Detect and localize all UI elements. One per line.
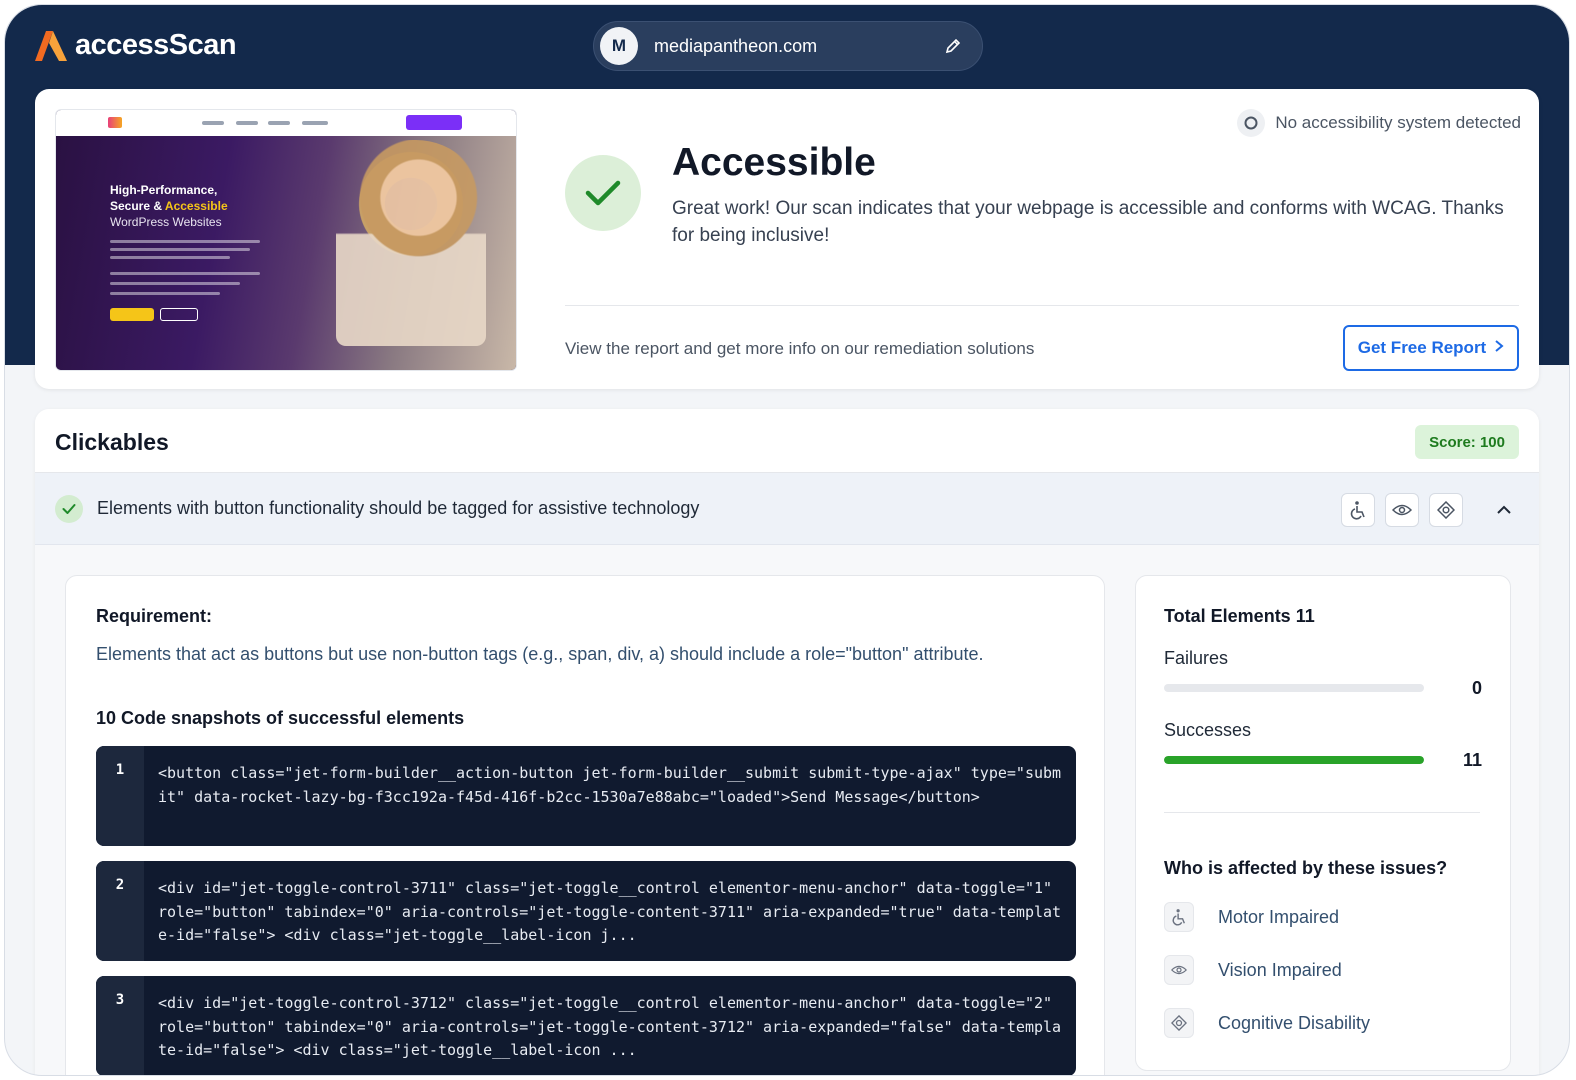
rule-pass-checkmark-icon xyxy=(55,495,83,523)
thumbnail-headline-line-2: Secure & Accessible xyxy=(110,198,270,214)
requirement-card: Requirement: Elements that act as button… xyxy=(65,575,1105,1075)
no-system-text: No accessibility system detected xyxy=(1275,113,1521,132)
thumbnail-headline-line-1: High-Performance, xyxy=(110,183,218,197)
thumbnail-nav-link xyxy=(268,121,290,125)
stats-card: Total Elements 11 Failures 0 Successes 1… xyxy=(1135,575,1511,1071)
status-description: Great work! Our scan indicates that your… xyxy=(672,198,1504,246)
eye-icon xyxy=(1164,955,1194,985)
thumbnail-button xyxy=(110,308,154,321)
no-system-indicator: No accessibility system detected xyxy=(1237,109,1521,137)
affected-group-label: Motor Impaired xyxy=(1218,906,1340,927)
clickables-panel: Clickables Score: 100 Elements with butt… xyxy=(35,409,1539,1075)
wheelchair-icon xyxy=(1164,902,1194,932)
thumbnail-text-line xyxy=(110,272,260,275)
score-badge: Score: 100 xyxy=(1415,425,1519,459)
successes-bar-fill xyxy=(1164,756,1424,764)
brand-name: accessScan xyxy=(75,29,237,61)
thumbnail-logo xyxy=(108,117,122,128)
successes-label: Successes xyxy=(1164,720,1252,740)
snapshot-number: 2 xyxy=(96,861,144,961)
stats-divider xyxy=(1164,812,1480,813)
scan-summary-card: High-Performance, Secure & Accessible Wo… xyxy=(35,89,1539,389)
affected-groups-title: Who is affected by these issues? xyxy=(1164,858,1448,878)
thumbnail-nav-link xyxy=(202,121,224,125)
affected-group-motor: Motor Impaired xyxy=(1164,902,1339,932)
snapshot-code: <div id="jet-toggle-control-3712" class=… xyxy=(158,994,1062,1059)
site-url: mediapantheon.com xyxy=(654,35,818,56)
get-free-report-button[interactable]: Get Free Report xyxy=(1343,325,1519,371)
brain-icon[interactable] xyxy=(1429,493,1463,527)
failures-label: Failures xyxy=(1164,648,1229,668)
status-checkmark-icon xyxy=(565,155,641,231)
rule-title: Elements with button functionality shoul… xyxy=(97,498,700,518)
thumbnail-text-line xyxy=(110,292,220,295)
successes-bar xyxy=(1164,756,1424,764)
requirement-label: Requirement: xyxy=(96,606,213,626)
edit-icon[interactable] xyxy=(942,35,964,57)
requirement-text: Elements that act as buttons but use non… xyxy=(96,644,984,664)
eye-icon[interactable] xyxy=(1385,493,1419,527)
thumbnail-text-line xyxy=(110,256,230,259)
thumbnail-headline-line-3: WordPress Websites xyxy=(110,215,222,229)
affected-group-label: Vision Impaired xyxy=(1218,959,1342,980)
thumbnail-text-line xyxy=(110,248,250,251)
site-screenshot-thumbnail: High-Performance, Secure & Accessible Wo… xyxy=(55,109,517,371)
report-info-text: View the report and get more info on our… xyxy=(565,339,1035,358)
site-avatar: M xyxy=(600,27,638,65)
code-snapshot[interactable]: 3 <div id="jet-toggle-control-3712" clas… xyxy=(96,976,1076,1075)
chevron-up-icon[interactable] xyxy=(1489,495,1519,525)
thumbnail-text-line xyxy=(110,282,240,285)
brand[interactable]: accessScan xyxy=(35,29,237,62)
chevron-right-icon xyxy=(1494,338,1504,358)
failures-bar xyxy=(1164,684,1424,692)
thumbnail-cta xyxy=(406,115,462,130)
rule-row[interactable]: Elements with button functionality shoul… xyxy=(35,473,1539,545)
thumbnail-navbar xyxy=(56,110,516,136)
thumbnail-text-line xyxy=(110,240,260,243)
thumbnail-headline-part: Secure & xyxy=(110,199,165,213)
affected-group-cognitive: Cognitive Disability xyxy=(1164,1008,1370,1038)
thumbnail-headline: High-Performance, Secure & Accessible Wo… xyxy=(110,182,270,230)
summary-divider xyxy=(565,305,1519,306)
failures-value: 0 xyxy=(1471,678,1482,698)
affected-group-label: Cognitive Disability xyxy=(1218,1012,1371,1033)
successes-value: 11 xyxy=(1462,750,1482,770)
thumbnail-person-image xyxy=(336,140,486,346)
no-system-icon xyxy=(1237,109,1266,137)
site-selector[interactable]: M mediapantheon.com xyxy=(593,21,983,71)
snapshot-code: <button class="jet-form-builder__action-… xyxy=(158,764,1062,806)
wheelchair-icon[interactable] xyxy=(1341,493,1375,527)
accessscan-logo-icon xyxy=(35,30,67,61)
total-elements: Total Elements 11 xyxy=(1164,606,1315,626)
snapshots-title: 10 Code snapshots of successful elements xyxy=(96,708,465,728)
code-snapshot[interactable]: 2 <div id="jet-toggle-control-3711" clas… xyxy=(96,861,1076,961)
snapshot-code: <div id="jet-toggle-control-3711" class=… xyxy=(158,879,1062,944)
brain-icon xyxy=(1164,1008,1194,1038)
affected-group-vision: Vision Impaired xyxy=(1164,955,1342,985)
snapshot-number: 1 xyxy=(96,746,144,846)
code-snapshot[interactable]: 1 <button class="jet-form-builder__actio… xyxy=(96,746,1076,846)
get-free-report-label: Get Free Report xyxy=(1357,338,1487,357)
clickables-header: Clickables Score: 100 xyxy=(35,409,1539,473)
thumbnail-nav-link xyxy=(236,121,258,125)
snapshot-number: 3 xyxy=(96,976,144,1075)
thumbnail-nav-link xyxy=(302,121,328,125)
thumbnail-headline-accent: Accessible xyxy=(164,199,228,213)
thumbnail-button xyxy=(160,308,198,321)
status-title: Accessible xyxy=(672,141,876,184)
app-window: accessScan M mediapantheon.com High-Perf… xyxy=(4,4,1570,1076)
clickables-title: Clickables xyxy=(55,429,169,455)
